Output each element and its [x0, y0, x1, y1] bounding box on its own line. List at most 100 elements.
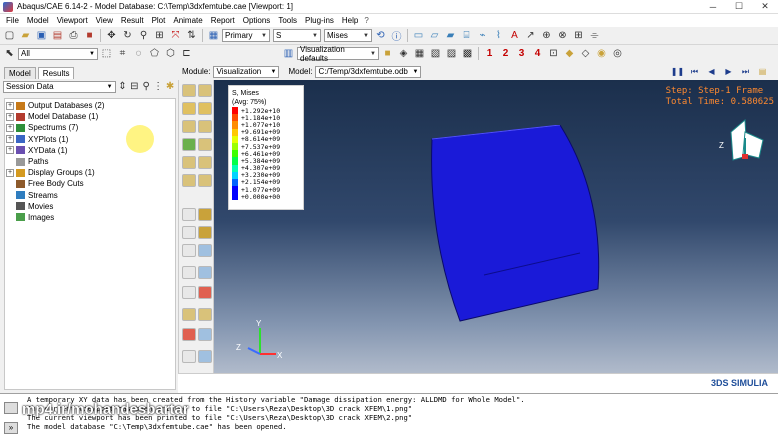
view-cut-manager-icon[interactable] — [182, 286, 196, 299]
module-select[interactable]: Visualization ▼ — [213, 65, 280, 78]
overlay-icon[interactable]: ◉ — [594, 46, 609, 61]
model-select[interactable]: C:/Temp/3dxfemtube.odb ▼ — [315, 65, 422, 78]
plot-contours-undeformed-icon[interactable] — [182, 102, 196, 115]
viewport-annotation-icon[interactable] — [198, 350, 212, 363]
last-frame-icon[interactable]: ⏭ — [738, 65, 752, 78]
color-code-icon[interactable]: ◆ — [562, 46, 577, 61]
context-help-icon[interactable]: ? — [362, 16, 368, 25]
tree-item-streams[interactable]: Streams — [5, 190, 175, 201]
plot-contours-deformed-icon[interactable] — [198, 102, 212, 115]
first-frame-icon[interactable]: ⏮ — [687, 65, 701, 78]
allow-multiple-plot-states-icon[interactable] — [182, 138, 196, 151]
arrow-annotation-icon[interactable]: ↗ — [523, 28, 538, 43]
print-icon[interactable]: ⎙ — [66, 28, 81, 43]
help-tooltip-icon[interactable]: ⌯ — [587, 28, 602, 43]
menu-view[interactable]: View — [92, 16, 117, 25]
path-tool-icon[interactable] — [182, 244, 196, 257]
expand-icon[interactable]: + — [6, 101, 14, 110]
movie-icon[interactable]: ▤ — [755, 65, 769, 78]
menu-result[interactable]: Result — [117, 16, 148, 25]
select-tangent-icon[interactable]: ⊏ — [179, 46, 194, 61]
cycle-views-icon[interactable]: ⇅ — [184, 28, 199, 43]
viewport[interactable]: S, Mises (Avg: 75%) +1.292e+10 +1.184e+10… — [214, 80, 778, 393]
command-line-tab-icon[interactable]: » — [4, 422, 18, 434]
expand-icon[interactable]: + — [6, 168, 14, 177]
superimpose-options-icon[interactable] — [198, 308, 212, 321]
filter-icon[interactable]: ⚲ — [141, 79, 151, 94]
plot-deformed-icon[interactable]: ▱ — [427, 28, 442, 43]
menu-plot[interactable]: Plot — [148, 16, 170, 25]
superimpose-icon[interactable]: ◇ — [578, 46, 593, 61]
magnify-icon[interactable]: ⚲ — [136, 28, 151, 43]
expand-icon[interactable]: + — [6, 112, 14, 121]
render-style-icon[interactable]: ■ — [380, 46, 395, 61]
step-2-button[interactable]: 2 — [498, 46, 513, 61]
selection-filter[interactable]: All ▼ — [18, 47, 98, 60]
feature-edges-icon[interactable]: ▩ — [460, 46, 475, 61]
visualization-defaults-select[interactable]: Visualization defaults ▼ — [297, 45, 379, 63]
tree-options-icon[interactable]: ⋮ — [153, 79, 163, 94]
invariant-select[interactable]: Mises ▼ — [324, 29, 372, 42]
auto-fit-icon[interactable]: ⤧ — [168, 28, 183, 43]
select-polygon-icon[interactable]: ⬠ — [147, 46, 162, 61]
save-animation-icon[interactable] — [198, 174, 212, 187]
sort-icon[interactable]: ⇕ — [118, 79, 128, 94]
message-tab-icon[interactable] — [4, 402, 18, 414]
query-icon[interactable]: ⊗ — [555, 28, 570, 43]
animate-harmonic-icon[interactable] — [198, 156, 212, 169]
menu-viewport[interactable]: Viewport — [53, 16, 92, 25]
xy-data-icon[interactable] — [182, 208, 196, 221]
menu-model[interactable]: Model — [23, 16, 53, 25]
expand-icon[interactable]: + — [6, 123, 14, 132]
maximize-button[interactable]: ☐ — [726, 0, 752, 14]
menu-file[interactable]: File — [2, 16, 23, 25]
xy-plot-options-icon[interactable] — [198, 226, 212, 239]
menu-tools[interactable]: Tools — [274, 16, 301, 25]
highlight-icon[interactable]: ✱ — [165, 79, 175, 94]
probe-values-icon[interactable] — [198, 328, 212, 341]
primary-select[interactable]: Primary ▼ — [222, 29, 270, 42]
tree-item-movies[interactable]: Movies — [5, 201, 175, 212]
select-lasso-icon[interactable]: ⬡ — [163, 46, 178, 61]
tree-item-free-body-cuts[interactable]: Free Body Cuts — [5, 178, 175, 189]
tree-item-paths[interactable]: Paths — [5, 156, 175, 167]
grid-icon[interactable]: ⊞ — [571, 28, 586, 43]
close-button[interactable]: ✕ — [752, 0, 778, 14]
menu-plugins[interactable]: Plug-ins — [301, 16, 338, 25]
animate-scale-factor-icon[interactable] — [198, 138, 212, 151]
animate-time-icon[interactable]: ⌇ — [491, 28, 506, 43]
filled-icon[interactable]: ▨ — [444, 46, 459, 61]
session-select[interactable]: Session Data ▼ — [3, 80, 116, 93]
plot-undeformed-shape-icon[interactable] — [182, 84, 196, 97]
open-odb-icon[interactable]: ▤ — [50, 28, 65, 43]
previous-frame-icon[interactable]: ◀ — [704, 65, 718, 78]
print-color-icon[interactable]: ■ — [82, 28, 97, 43]
rotate-icon[interactable]: ↻ — [120, 28, 135, 43]
free-body-cut-icon[interactable] — [198, 286, 212, 299]
tab-results[interactable]: Results — [37, 67, 75, 79]
field-output-dialog-icon[interactable]: ⟲ — [373, 28, 388, 43]
step-1-button[interactable]: 1 — [482, 46, 497, 61]
xy-data-manager-icon[interactable] — [198, 208, 212, 221]
tab-model[interactable]: Model — [4, 67, 36, 79]
view-manip-icon[interactable]: ⊕ — [539, 28, 554, 43]
view-cut-icon[interactable]: ◎ — [610, 46, 625, 61]
report-field-output-icon[interactable] — [182, 350, 196, 363]
open-file-icon[interactable]: ▰ — [18, 28, 33, 43]
display-group-icon[interactable]: ⊡ — [546, 46, 561, 61]
expand-icon[interactable]: + — [6, 146, 14, 155]
new-file-icon[interactable]: ▢ — [2, 28, 17, 43]
query-information-icon[interactable] — [182, 328, 196, 341]
display-group-manager-icon[interactable] — [198, 266, 212, 279]
plot-symbols-icon[interactable]: ⌸ — [459, 28, 474, 43]
plot-contours-icon[interactable]: ▰ — [443, 28, 458, 43]
menu-options[interactable]: Options — [239, 16, 275, 25]
shaded-icon[interactable]: ◈ — [396, 46, 411, 61]
stream-tool-icon[interactable] — [198, 244, 212, 257]
plot-deformed-shape-icon[interactable] — [198, 84, 212, 97]
create-display-group-icon[interactable] — [182, 266, 196, 279]
tree-item-display-groups[interactable]: + Display Groups (1) — [5, 167, 175, 178]
minimize-button[interactable]: ─ — [700, 0, 726, 14]
tree-item-output-databases[interactable]: + Output Databases (2) — [5, 100, 175, 111]
menu-help[interactable]: Help — [338, 16, 362, 25]
